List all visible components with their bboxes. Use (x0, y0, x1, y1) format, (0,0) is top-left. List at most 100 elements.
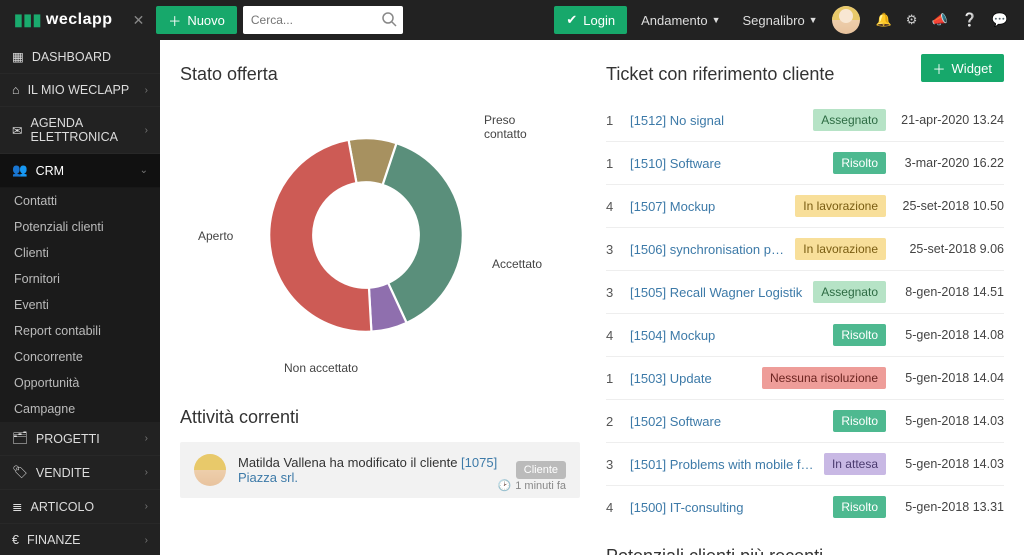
sidebar-item-vendite[interactable]: 🏷 VENDITE › (0, 456, 160, 490)
sidebar-sub-contatti[interactable]: Contatti (0, 188, 160, 214)
mail-icon: ✉ (12, 123, 22, 138)
login-button[interactable]: ✔ Login (554, 6, 627, 34)
ticket-row: 3[1501] Problems with mobile functionsIn… (606, 443, 1004, 486)
chevron-down-icon: ⌄ (140, 165, 148, 176)
sidebar-label: DASHBOARD (32, 50, 111, 64)
megaphone-icon[interactable]: 📣 (931, 12, 947, 28)
ticket-link[interactable]: [1503] Update (630, 371, 754, 386)
activity-pre: Matilda Vallena ha modificato il cliente (238, 455, 461, 470)
ticket-status-badge: Nessuna risoluzione (762, 367, 886, 389)
ticket-link[interactable]: [1505] Recall Wagner Logistik (630, 285, 805, 300)
ticket-status-badge: Assegnato (813, 109, 886, 131)
brand-logo[interactable]: ▮▮▮ weclapp (6, 10, 121, 30)
sidebar-sub-clienti[interactable]: Clienti (0, 240, 160, 266)
list-icon: ≣ (12, 499, 22, 514)
ticket-status-badge: In lavorazione (795, 238, 886, 260)
chevron-right-icon: › (145, 467, 148, 478)
ticket-count: 1 (606, 371, 622, 386)
ticket-time: 5-gen-2018 13.31 (894, 500, 1004, 514)
chevron-right-icon: › (145, 501, 148, 512)
ticket-status-badge: In attesa (824, 453, 886, 475)
search-icon[interactable] (381, 11, 397, 27)
ticket-count: 3 (606, 285, 622, 300)
plus-icon: ＋ (168, 11, 181, 30)
chat-icon[interactable]: 💬 (992, 12, 1008, 28)
sidebar-item-articolo[interactable]: ≣ ARTICOLO › (0, 490, 160, 524)
sidebar-sub-report[interactable]: Report contabili (0, 318, 160, 344)
ticket-count: 4 (606, 500, 622, 515)
check-icon: ✔ (566, 12, 577, 28)
ticket-time: 5-gen-2018 14.08 (894, 328, 1004, 342)
sidebar-item-crm[interactable]: 👥 CRM ⌄ (0, 154, 160, 188)
ticket-link[interactable]: [1502] Software (630, 414, 825, 429)
gear-icon[interactable]: ⚙ (906, 12, 918, 28)
new-button[interactable]: ＋ Nuovo (156, 6, 237, 34)
sidebar-sub-fornitori[interactable]: Fornitori (0, 266, 160, 292)
clock-icon: 🕑 (498, 479, 512, 492)
bookmark-menu[interactable]: Segnalibro ▼ (735, 13, 826, 28)
sidebar-sub-potenziali[interactable]: Potenziali clienti (0, 214, 160, 240)
add-widget-label: Widget (952, 61, 992, 76)
sidebar-sub-concorrente[interactable]: Concorrente (0, 344, 160, 370)
potenziali-title: Potenziali clienti più recenti (606, 546, 1004, 555)
trend-menu[interactable]: Andamento ▼ (633, 13, 728, 28)
ticket-count: 4 (606, 328, 622, 343)
close-icon[interactable]: ✕ (127, 12, 151, 29)
ticket-row: 4[1500] IT-consultingRisolto5-gen-2018 1… (606, 486, 1004, 528)
ticket-row: 3[1505] Recall Wagner LogistikAssegnato8… (606, 271, 1004, 314)
ticket-time: 25-set-2018 10.50 (894, 199, 1004, 213)
ticket-time: 5-gen-2018 14.03 (894, 414, 1004, 428)
sidebar-item-agenda[interactable]: ✉ AGENDA ELETTRONICA › (0, 107, 160, 154)
sidebar-item-finanze[interactable]: € FINANZE › (0, 524, 160, 555)
login-button-label: Login (583, 13, 615, 28)
sidebar-label: FINANZE (27, 533, 80, 547)
sidebar-sub-campagne[interactable]: Campagne (0, 396, 160, 422)
sidebar-sub-opportunita[interactable]: Opportunità (0, 370, 160, 396)
ticket-link[interactable]: [1512] No signal (630, 113, 805, 128)
help-icon[interactable]: ❔ (962, 12, 978, 28)
ticket-link[interactable]: [1506] synchronisation problems (630, 242, 787, 257)
users-icon: 👥 (12, 163, 28, 178)
trend-label: Andamento (641, 13, 708, 28)
sidebar-item-ilmio[interactable]: ⌂ IL MIO WECLAPP › (0, 74, 160, 107)
ticket-link[interactable]: [1500] IT-consulting (630, 500, 825, 515)
main-content: ＋ Widget Stato offerta Preso contatto Ac… (160, 40, 1024, 555)
caret-down-icon: ▼ (809, 15, 818, 25)
add-widget-button[interactable]: ＋ Widget (921, 54, 1004, 82)
donut-svg (256, 125, 476, 345)
ticket-status-badge: Risolto (833, 410, 886, 432)
caret-down-icon: ▼ (712, 15, 721, 25)
donut-label-nonacc: Non accettato (284, 361, 358, 375)
plus-icon: ＋ (933, 59, 946, 78)
new-button-label: Nuovo (187, 13, 225, 28)
ticket-time: 3-mar-2020 16.22 (894, 156, 1004, 170)
brand-name: weclapp (46, 11, 113, 29)
sidebar-item-dashboard[interactable]: ▦ DASHBOARD (0, 40, 160, 74)
activity-text: Matilda Vallena ha modificato il cliente… (238, 455, 504, 485)
ticket-row: 1 [1512] No signal Assegnato 21-apr-2020 13… (606, 99, 1004, 142)
ticket-count: 3 (606, 242, 622, 257)
ticket-status-badge: Assegnato (813, 281, 886, 303)
ticket-row: 4[1507] MockupIn lavorazione25-set-2018 … (606, 185, 1004, 228)
ticket-time: 25-set-2018 9.06 (894, 242, 1004, 256)
sidebar-sub-eventi[interactable]: Eventi (0, 292, 160, 318)
chevron-right-icon: › (145, 125, 148, 136)
ticket-row: 1[1503] UpdateNessuna risoluzione5-gen-2… (606, 357, 1004, 400)
ticket-link[interactable]: [1504] Mockup (630, 328, 825, 343)
search-input[interactable] (243, 6, 403, 34)
ticket-list: 1 [1512] No signal Assegnato 21-apr-2020 13… (606, 99, 1004, 528)
topbar: ▮▮▮ weclapp ✕ ＋ Nuovo ✔ Login Andamento … (0, 0, 1024, 40)
logo-bars-icon: ▮▮▮ (14, 10, 42, 30)
ticket-time: 5-gen-2018 14.03 (894, 457, 1004, 471)
chevron-right-icon: › (145, 85, 148, 96)
ticket-count: 1 (606, 113, 622, 128)
user-avatar[interactable] (832, 6, 860, 34)
ticket-link[interactable]: [1507] Mockup (630, 199, 787, 214)
ticket-link[interactable]: [1510] Software (630, 156, 825, 171)
bell-icon[interactable]: 🔔 (876, 12, 892, 28)
bookmark-label: Segnalibro (743, 13, 805, 28)
activity-badge: Cliente (516, 461, 566, 479)
ticket-time: 21-apr-2020 13.24 (894, 113, 1004, 127)
ticket-link[interactable]: [1501] Problems with mobile functions (630, 457, 816, 472)
sidebar-item-progetti[interactable]: 🗂 PROGETTI › (0, 422, 160, 456)
